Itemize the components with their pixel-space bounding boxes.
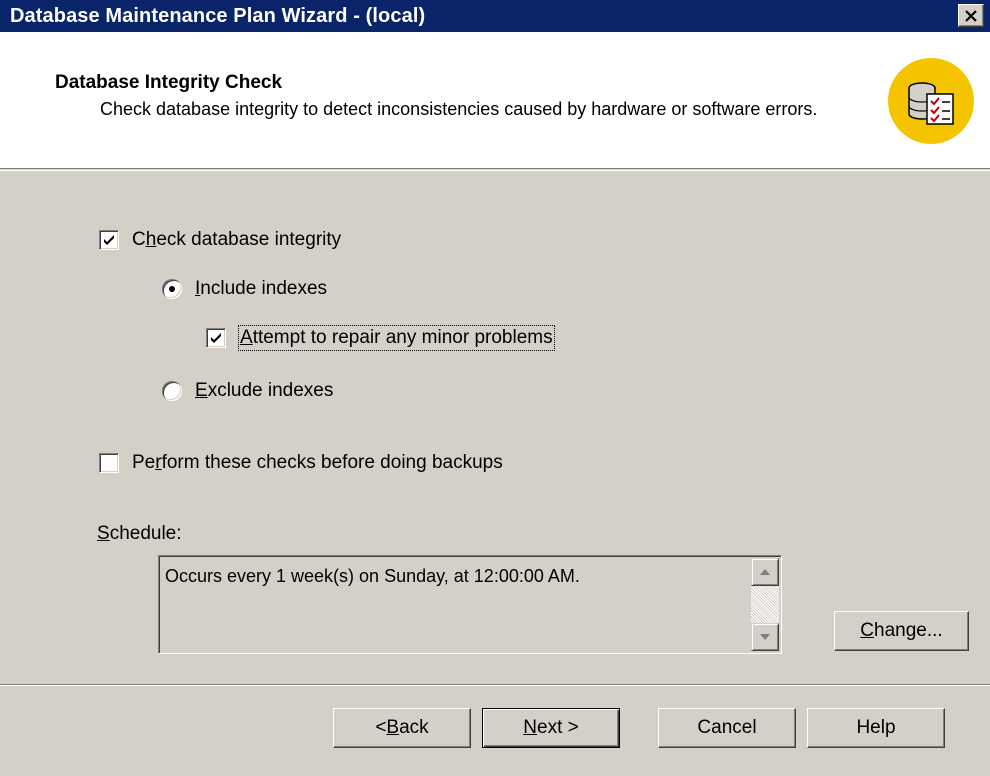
back-button[interactable]: < Back — [333, 708, 471, 748]
exclude-indexes-radio[interactable]: Exclude indexes — [162, 380, 333, 402]
close-icon — [965, 9, 977, 22]
schedule-scrollbar[interactable] — [751, 558, 779, 651]
window-title: Database Maintenance Plan Wizard - (loca… — [10, 5, 426, 27]
repair-minor-problems-label: Attempt to repair any minor problems — [238, 325, 555, 351]
checkbox-box[interactable] — [99, 230, 119, 250]
check-integrity-checkbox[interactable]: Check database integrity — [99, 229, 341, 251]
scroll-down-arrow-icon — [760, 634, 770, 640]
checkmark-icon — [211, 333, 221, 343]
radio-button[interactable] — [162, 279, 182, 299]
include-indexes-label: Include indexes — [195, 278, 328, 299]
next-button[interactable]: Next > — [482, 708, 620, 748]
check-integrity-label: Check database integrity — [132, 229, 342, 250]
title-bar[interactable]: Database Maintenance Plan Wizard - (loca… — [0, 0, 990, 32]
checkmark-icon — [104, 235, 114, 245]
schedule-label: Schedule: — [97, 523, 182, 544]
radio-button[interactable] — [162, 381, 182, 401]
page-description: Check database integrity to detect incon… — [100, 99, 818, 119]
schedule-textbox[interactable]: Occurs every 1 week(s) on Sunday, at 12:… — [158, 555, 782, 654]
cancel-button[interactable]: Cancel — [658, 708, 796, 748]
database-checklist-icon — [888, 58, 974, 144]
checkbox-box[interactable] — [206, 328, 226, 348]
repair-minor-problems-checkbox[interactable]: Attempt to repair any minor problems — [206, 325, 555, 351]
wizard-window: Database Maintenance Plan Wizard - (loca… — [0, 0, 990, 776]
page-title: Database Integrity Check — [55, 72, 283, 93]
wizard-header: Database Integrity Check Check database … — [0, 32, 990, 169]
scroll-up-button[interactable] — [751, 558, 779, 586]
footer-separator — [0, 684, 990, 686]
checks-before-backups-checkbox[interactable]: Perform these checks before doing backup… — [99, 452, 503, 474]
scroll-up-arrow-icon — [760, 569, 770, 575]
header-separator — [0, 170, 990, 171]
checks-before-backups-label: Perform these checks before doing backup… — [132, 452, 503, 473]
include-indexes-radio[interactable]: Include indexes — [162, 278, 327, 300]
schedule-text: Occurs every 1 week(s) on Sunday, at 12:… — [165, 566, 580, 586]
close-button[interactable] — [958, 4, 984, 27]
exclude-indexes-label: Exclude indexes — [195, 380, 334, 401]
radio-selected-dot — [169, 286, 175, 292]
help-button[interactable]: Help — [807, 708, 945, 748]
checkbox-box[interactable] — [99, 453, 119, 473]
change-schedule-button[interactable]: Change... — [834, 611, 969, 651]
scroll-down-button[interactable] — [751, 623, 779, 651]
